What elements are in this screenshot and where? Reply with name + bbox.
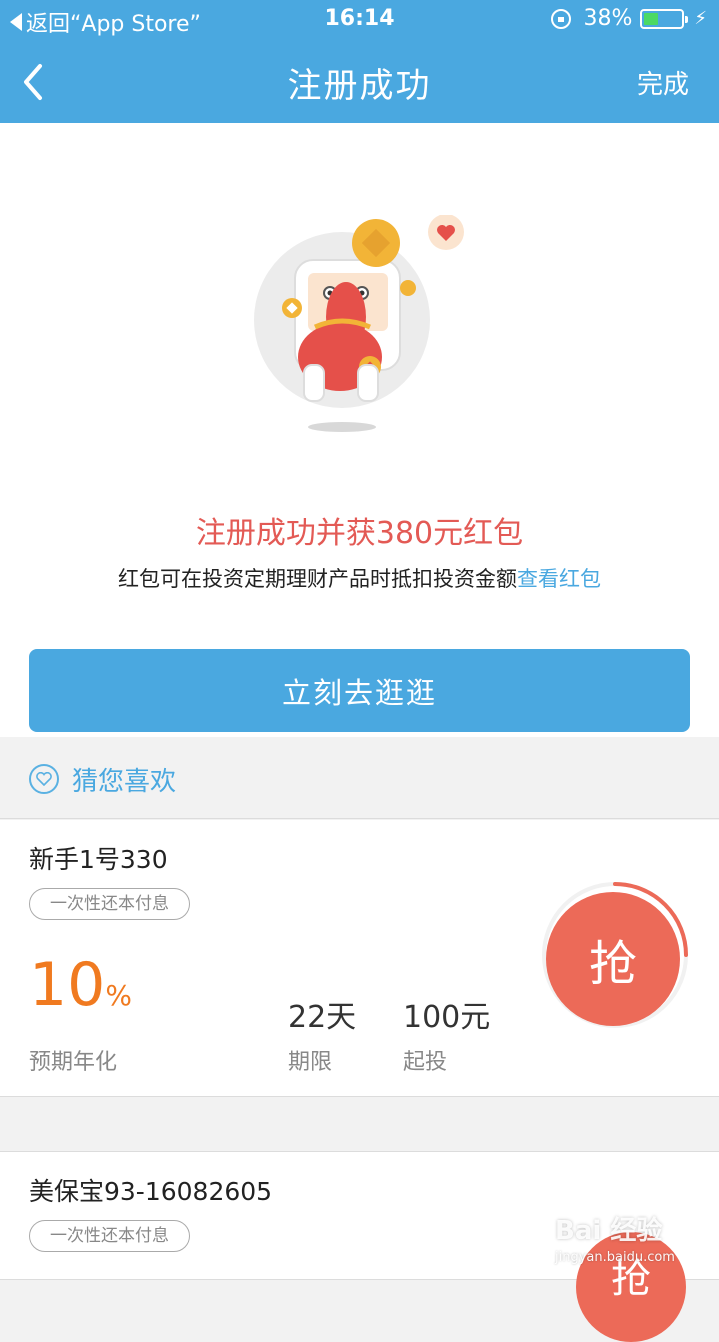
product-name: 新手1号330 [29, 845, 168, 874]
rate-unit: % [105, 979, 132, 1012]
status-bar: 返回“App Store” 16:14 38% ⚡ [0, 0, 719, 40]
grab-button[interactable]: 抢 [576, 1232, 686, 1342]
page-title: 注册成功 [287, 66, 432, 106]
grab-button[interactable]: 抢 [546, 892, 680, 1026]
min-invest-value: 100元 [403, 1000, 491, 1035]
product-name: 美保宝93-16082605 [29, 1177, 273, 1206]
repayment-tag: 一次性还本付息 [29, 1220, 190, 1252]
mascot-red-envelope-illustration [254, 215, 464, 432]
success-headline: 注册成功并获380元红包 [195, 516, 524, 551]
battery-percent: 38% [583, 6, 633, 31]
success-subtext: 红包可在投资定期理财产品时抵扣投资金额查看红包 [0, 563, 719, 593]
term-label: 期限 [288, 1050, 333, 1075]
subtext-body: 红包可在投资定期理财产品时抵扣投资金额 [118, 567, 517, 591]
nav-bar: 注册成功 完成 [0, 40, 719, 123]
rate-label: 预期年化 [29, 1050, 118, 1075]
view-red-envelope-link[interactable]: 查看红包 [517, 567, 601, 591]
repayment-tag: 一次性还本付息 [29, 888, 190, 920]
browse-now-button[interactable]: 立刻去逛逛 [29, 649, 690, 732]
min-invest-label: 起投 [403, 1050, 448, 1075]
heart-circle-icon [29, 764, 59, 794]
term-value: 22天 [288, 1000, 357, 1035]
rotation-lock-icon [551, 8, 572, 29]
product-card[interactable]: 新手1号330 一次性还本付息 10% 预期年化 22天 期限 100元 起投 … [0, 820, 719, 1097]
success-panel: 注册成功并获380元红包 红包可在投资定期理财产品时抵扣投资金额查看红包 立刻去… [0, 123, 719, 737]
battery-icon [640, 8, 689, 29]
baidu-watermark-url: jingyan.baidu.com [555, 1250, 675, 1265]
recommend-section-header: 猜您喜欢 [0, 737, 719, 819]
expected-rate: 10% [29, 950, 132, 1020]
charging-bolt-icon: ⚡ [694, 8, 707, 29]
status-right: 38% ⚡ [551, 6, 707, 31]
done-button[interactable]: 完成 [637, 64, 689, 101]
baidu-watermark: Bai 经验 [555, 1216, 663, 1246]
rate-value: 10 [29, 950, 106, 1020]
battery-fill [644, 12, 659, 25]
recommend-title: 猜您喜欢 [72, 767, 177, 797]
